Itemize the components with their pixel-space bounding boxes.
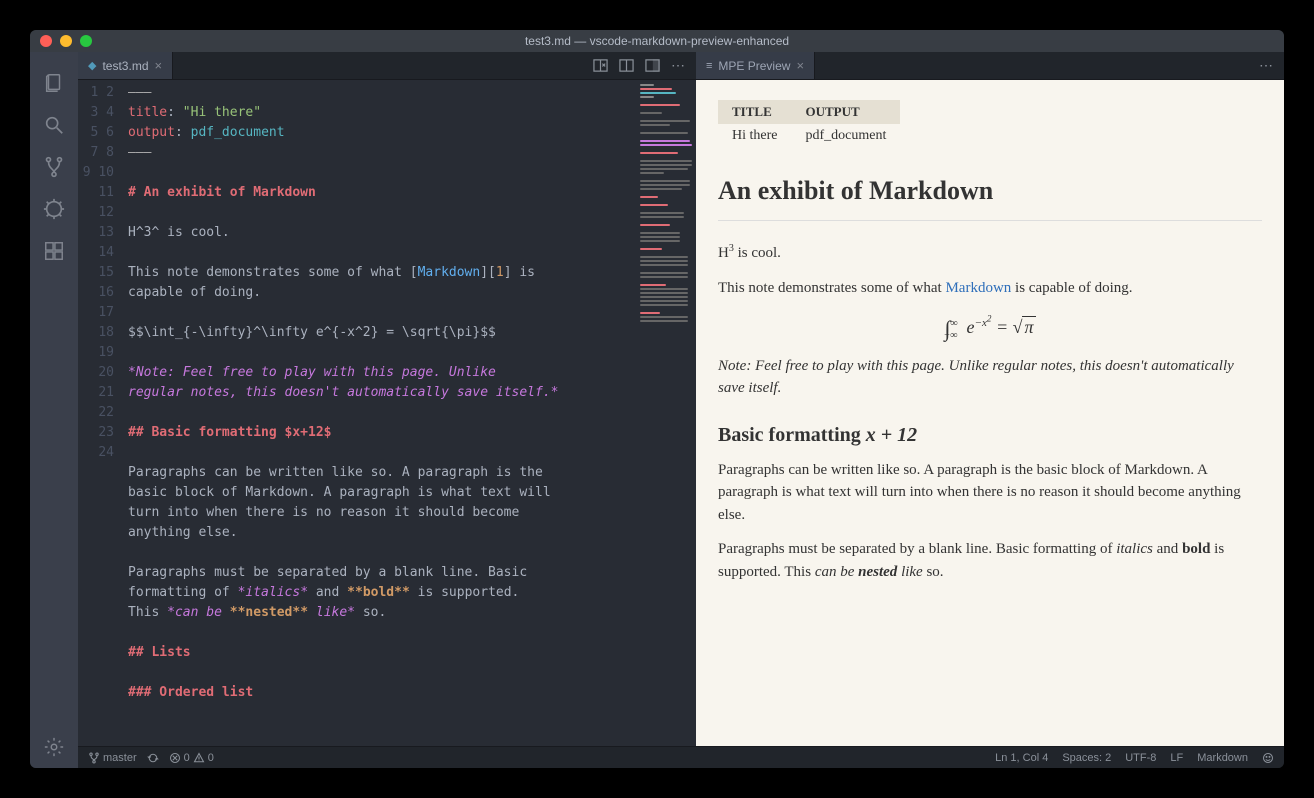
- preview-h1: An exhibit of Markdown: [718, 176, 1262, 221]
- settings-icon[interactable]: [30, 726, 78, 768]
- preview-content[interactable]: TITLE OUTPUT Hi there pdf_document An ex…: [696, 80, 1284, 746]
- close-tab-icon[interactable]: ×: [155, 58, 163, 73]
- language-status[interactable]: Markdown: [1197, 752, 1248, 764]
- meta-header-title: TITLE: [718, 100, 791, 124]
- body: ◆ test3.md ×: [30, 52, 1284, 768]
- maximize-window-button[interactable]: [80, 35, 92, 47]
- git-branch-status[interactable]: master: [88, 752, 137, 764]
- more-actions-icon[interactable]: ⋯: [670, 58, 686, 74]
- preview-tabbar-actions: ⋯: [1258, 52, 1284, 79]
- markdown-file-icon: ◆: [88, 59, 96, 72]
- sync-status[interactable]: [147, 752, 159, 764]
- statusbar: master 0 0 Ln 1, Col 4 Spaces: 2 U: [78, 746, 1284, 768]
- editor-pane: ◆ test3.md ×: [78, 52, 696, 746]
- split-editor-vertical-icon[interactable]: [644, 58, 660, 74]
- activity-bar: [30, 52, 78, 768]
- feedback-icon[interactable]: [1262, 752, 1274, 764]
- minimize-window-button[interactable]: [60, 35, 72, 47]
- line-gutter: 1 2 3 4 5 6 7 8 9 10 11 12 13 14 15 16 1…: [78, 80, 122, 746]
- open-preview-icon[interactable]: [592, 58, 608, 74]
- problems-status[interactable]: 0 0: [169, 752, 214, 764]
- code-content[interactable]: ——— title: "Hi there" output: pdf_docume…: [122, 80, 636, 746]
- tab-label: test3.md: [102, 59, 148, 73]
- tab-test3[interactable]: ◆ test3.md ×: [78, 52, 173, 79]
- extensions-icon[interactable]: [30, 230, 78, 272]
- math-block: ∫∞−∞ e−x2 = √π: [718, 313, 1262, 341]
- minimap[interactable]: [636, 80, 696, 746]
- window-title: test3.md — vscode-markdown-preview-enhan…: [525, 34, 789, 48]
- search-icon[interactable]: [30, 104, 78, 146]
- more-actions-icon[interactable]: ⋯: [1258, 58, 1274, 74]
- indentation-status[interactable]: Spaces: 2: [1062, 752, 1111, 764]
- split-editor-icon[interactable]: [618, 58, 634, 74]
- preview-paragraph: H3 is cool.: [718, 241, 1262, 265]
- preview-icon: ≡: [706, 60, 712, 72]
- meta-header-output: OUTPUT: [791, 100, 900, 124]
- titlebar: test3.md — vscode-markdown-preview-enhan…: [30, 30, 1284, 52]
- tab-preview[interactable]: ≡ MPE Preview ×: [696, 52, 815, 79]
- preview-note: Note: Feel free to play with this page. …: [718, 355, 1262, 400]
- debug-icon[interactable]: [30, 188, 78, 230]
- explorer-icon[interactable]: [30, 62, 78, 104]
- close-window-button[interactable]: [40, 35, 52, 47]
- frontmatter-table: TITLE OUTPUT Hi there pdf_document: [718, 100, 900, 148]
- meta-value-title: Hi there: [718, 124, 791, 148]
- source-control-icon[interactable]: [30, 146, 78, 188]
- editor-tabbar: ◆ test3.md ×: [78, 52, 696, 80]
- preview-paragraph: Paragraphs must be separated by a blank …: [718, 538, 1262, 583]
- editor-area[interactable]: 1 2 3 4 5 6 7 8 9 10 11 12 13 14 15 16 1…: [78, 80, 696, 746]
- preview-pane: ≡ MPE Preview × ⋯ TITLE OUTPUT: [696, 52, 1284, 746]
- editor-tabbar-actions: ⋯: [592, 52, 696, 79]
- tab-label: MPE Preview: [718, 59, 790, 73]
- main: ◆ test3.md ×: [78, 52, 1284, 768]
- encoding-status[interactable]: UTF-8: [1125, 752, 1156, 764]
- meta-value-output: pdf_document: [791, 124, 900, 148]
- markdown-link[interactable]: Markdown: [945, 280, 1011, 296]
- cursor-position-status[interactable]: Ln 1, Col 4: [995, 752, 1048, 764]
- window: test3.md — vscode-markdown-preview-enhan…: [30, 30, 1284, 768]
- traffic-lights: [30, 35, 92, 47]
- preview-h2: Basic formatting x + 12: [718, 424, 1262, 447]
- close-tab-icon[interactable]: ×: [796, 58, 804, 73]
- preview-paragraph: Paragraphs can be written like so. A par…: [718, 459, 1262, 527]
- eol-status[interactable]: LF: [1170, 752, 1183, 764]
- preview-paragraph: This note demonstrates some of what Mark…: [718, 277, 1262, 300]
- preview-tabbar: ≡ MPE Preview × ⋯: [696, 52, 1284, 80]
